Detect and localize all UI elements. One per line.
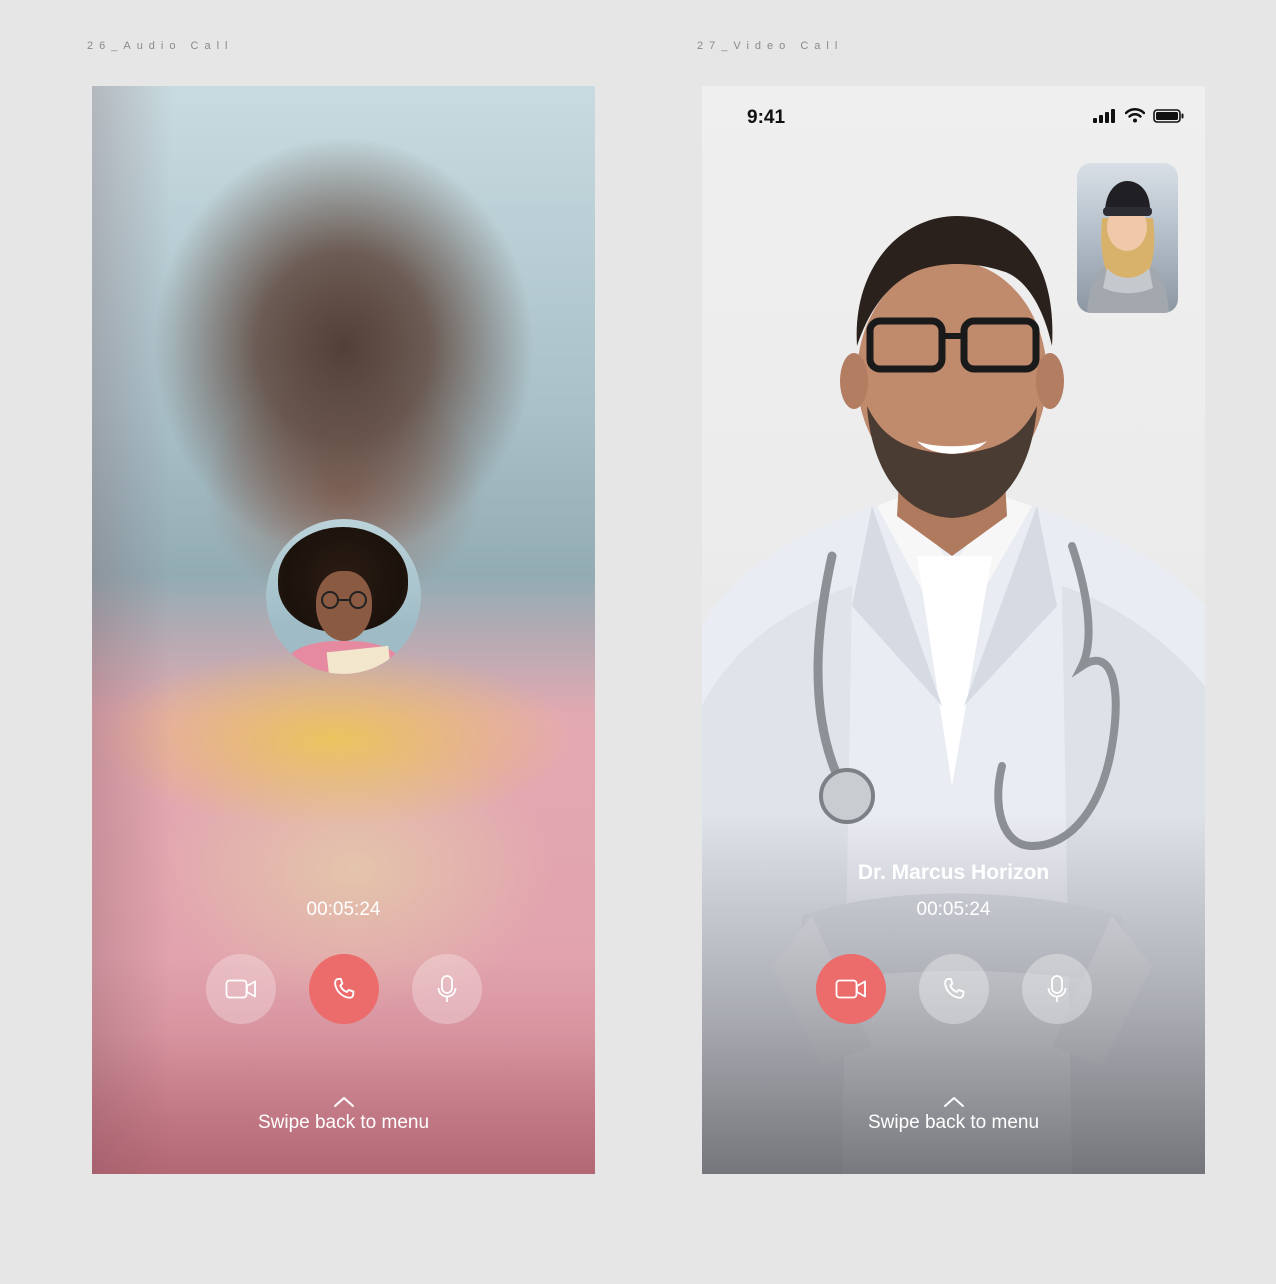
call-timer: 00:05:24 <box>916 899 991 920</box>
end-call-button[interactable] <box>309 954 379 1024</box>
microphone-icon <box>437 975 457 1002</box>
callee-name: Dr. Marcus Horizon <box>857 861 1050 884</box>
video-camera-icon <box>835 979 866 999</box>
video-toggle-button[interactable] <box>206 954 276 1024</box>
chevron-up-icon <box>333 1097 354 1107</box>
frame-label-video-call: 27_Video Call <box>697 40 844 52</box>
swipe-back-label: Swipe back to menu <box>867 1112 1040 1133</box>
microphone-button[interactable] <box>1022 954 1092 1024</box>
phone-icon <box>944 977 965 999</box>
swipe-back-hint[interactable]: Swipe back to menu <box>92 1096 595 1134</box>
status-bar-icons <box>1093 108 1185 123</box>
frame-label-audio-call: 26_Audio Call <box>87 40 234 52</box>
avatar-glasses <box>321 591 367 609</box>
background-blur-overlay <box>92 86 172 1174</box>
battery-icon <box>1153 108 1184 123</box>
wifi-icon <box>1125 108 1145 123</box>
video-call-screen: 9:41 Dr. Marcus Horizon 00:05:24 Swipe b… <box>702 86 1205 1174</box>
status-bar-time: 9:41 <box>747 107 786 128</box>
cellular-signal-icon <box>1093 108 1115 123</box>
video-camera-icon <box>225 979 256 999</box>
chevron-up-icon <box>943 1097 964 1107</box>
call-button[interactable] <box>919 954 989 1024</box>
microphone-icon <box>1047 975 1067 1002</box>
swipe-back-label: Swipe back to menu <box>257 1112 430 1133</box>
self-view-thumbnail[interactable] <box>1077 163 1178 313</box>
phone-icon <box>334 977 355 999</box>
audio-call-screen: 00:05:24 Swipe back to menu <box>92 86 595 1174</box>
swipe-back-hint[interactable]: Swipe back to menu <box>702 1096 1205 1134</box>
caller-avatar <box>266 519 421 674</box>
self-view-feed <box>1087 181 1169 313</box>
microphone-button[interactable] <box>412 954 482 1024</box>
video-toggle-button[interactable] <box>816 954 886 1024</box>
call-timer: 00:05:24 <box>306 899 381 920</box>
